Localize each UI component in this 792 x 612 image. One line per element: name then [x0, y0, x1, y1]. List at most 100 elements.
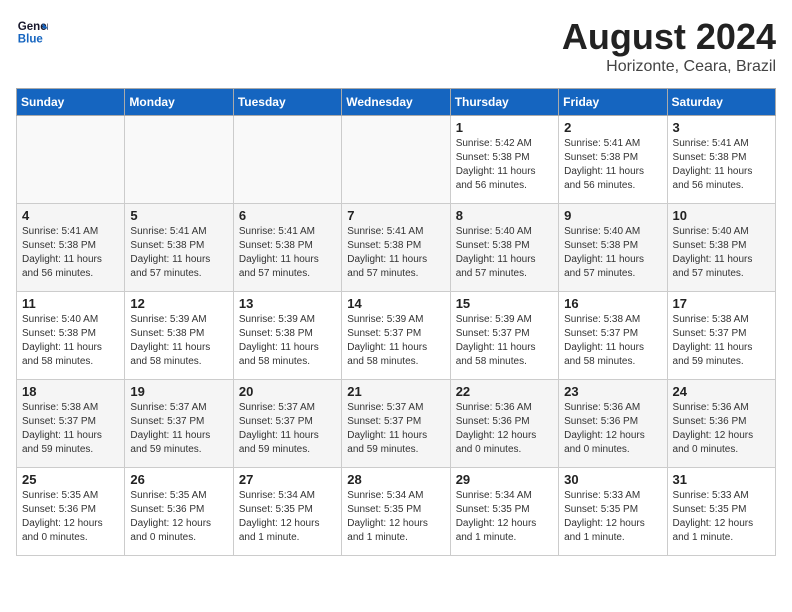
day-info: Sunrise: 5:34 AM Sunset: 5:35 PM Dayligh…: [456, 489, 553, 545]
weekday-friday: Friday: [559, 89, 667, 116]
day-number: 13: [239, 296, 336, 311]
day-number: 25: [22, 472, 119, 487]
day-number: 9: [564, 208, 661, 223]
week-row-1: 1 Sunrise: 5:42 AM Sunset: 5:38 PM Daylig…: [17, 116, 776, 204]
day-number: 6: [239, 208, 336, 223]
calendar-cell: 7 Sunrise: 5:41 AM Sunset: 5:38 PM Daylig…: [342, 204, 450, 292]
calendar-cell: 21 Sunrise: 5:37 AM Sunset: 5:37 PM Dayli…: [342, 380, 450, 468]
day-number: 11: [22, 296, 119, 311]
day-info: Sunrise: 5:35 AM Sunset: 5:36 PM Dayligh…: [22, 489, 119, 545]
day-info: Sunrise: 5:34 AM Sunset: 5:35 PM Dayligh…: [239, 489, 336, 545]
day-number: 12: [130, 296, 227, 311]
day-number: 20: [239, 384, 336, 399]
day-info: Sunrise: 5:36 AM Sunset: 5:36 PM Dayligh…: [456, 401, 553, 457]
day-info: Sunrise: 5:37 AM Sunset: 5:37 PM Dayligh…: [239, 401, 336, 457]
day-info: Sunrise: 5:38 AM Sunset: 5:37 PM Dayligh…: [673, 313, 770, 369]
day-info: Sunrise: 5:41 AM Sunset: 5:38 PM Dayligh…: [347, 225, 444, 281]
day-number: 21: [347, 384, 444, 399]
day-info: Sunrise: 5:41 AM Sunset: 5:38 PM Dayligh…: [130, 225, 227, 281]
calendar-cell: [17, 116, 125, 204]
calendar-cell: 27 Sunrise: 5:34 AM Sunset: 5:35 PM Dayli…: [233, 468, 341, 556]
logo-icon: General Blue: [16, 16, 48, 48]
day-info: Sunrise: 5:41 AM Sunset: 5:38 PM Dayligh…: [673, 137, 770, 193]
day-number: 4: [22, 208, 119, 223]
calendar-cell: 30Sunrise: 5:33 AM Sunset: 5:35 PM Dayli…: [559, 468, 667, 556]
day-number: 23: [564, 384, 661, 399]
day-info: Sunrise: 5:41 AM Sunset: 5:38 PM Dayligh…: [22, 225, 119, 281]
day-info: Sunrise: 5:37 AM Sunset: 5:37 PM Dayligh…: [347, 401, 444, 457]
calendar-cell: 2Sunrise: 5:41 AM Sunset: 5:38 PM Daylig…: [559, 116, 667, 204]
day-info: Sunrise: 5:39 AM Sunset: 5:37 PM Dayligh…: [347, 313, 444, 369]
weekday-thursday: Thursday: [450, 89, 558, 116]
week-row-3: 11 Sunrise: 5:40 AM Sunset: 5:38 PM Dayli…: [17, 292, 776, 380]
day-number: 24: [673, 384, 770, 399]
svg-text:Blue: Blue: [18, 34, 44, 46]
weekday-header-row: SundayMondayTuesdayWednesdayThursdayFrid…: [17, 89, 776, 116]
calendar-cell: 22 Sunrise: 5:36 AM Sunset: 5:36 PM Dayli…: [450, 380, 558, 468]
calendar-cell: 25 Sunrise: 5:35 AM Sunset: 5:36 PM Dayli…: [17, 468, 125, 556]
day-info: Sunrise: 5:38 AM Sunset: 5:37 PM Dayligh…: [22, 401, 119, 457]
day-number: 18: [22, 384, 119, 399]
day-info: Sunrise: 5:41 AM Sunset: 5:38 PM Dayligh…: [564, 137, 661, 193]
calendar-cell: 19Sunrise: 5:37 AM Sunset: 5:37 PM Dayli…: [125, 380, 233, 468]
calendar-cell: [233, 116, 341, 204]
page-header: General Blue August 2024 Horizonte, Cear…: [16, 16, 776, 76]
title-block: August 2024 Horizonte, Ceara, Brazil: [562, 16, 776, 76]
day-info: Sunrise: 5:41 AM Sunset: 5:38 PM Dayligh…: [239, 225, 336, 281]
day-info: Sunrise: 5:40 AM Sunset: 5:38 PM Dayligh…: [564, 225, 661, 281]
calendar-cell: 15Sunrise: 5:39 AM Sunset: 5:37 PM Dayli…: [450, 292, 558, 380]
calendar-cell: [125, 116, 233, 204]
calendar-cell: 13Sunrise: 5:39 AM Sunset: 5:38 PM Dayli…: [233, 292, 341, 380]
day-info: Sunrise: 5:42 AM Sunset: 5:38 PM Dayligh…: [456, 137, 553, 193]
calendar-cell: 4 Sunrise: 5:41 AM Sunset: 5:38 PM Daylig…: [17, 204, 125, 292]
calendar-cell: 26Sunrise: 5:35 AM Sunset: 5:36 PM Dayli…: [125, 468, 233, 556]
day-info: Sunrise: 5:40 AM Sunset: 5:38 PM Dayligh…: [22, 313, 119, 369]
week-row-2: 4 Sunrise: 5:41 AM Sunset: 5:38 PM Daylig…: [17, 204, 776, 292]
day-number: 7: [347, 208, 444, 223]
day-number: 8: [456, 208, 553, 223]
day-number: 3: [673, 120, 770, 135]
calendar-cell: 31 Sunrise: 5:33 AM Sunset: 5:35 PM Dayli…: [667, 468, 775, 556]
calendar-cell: 20 Sunrise: 5:37 AM Sunset: 5:37 PM Dayli…: [233, 380, 341, 468]
day-number: 31: [673, 472, 770, 487]
calendar-cell: 12Sunrise: 5:39 AM Sunset: 5:38 PM Dayli…: [125, 292, 233, 380]
day-info: Sunrise: 5:36 AM Sunset: 5:36 PM Dayligh…: [564, 401, 661, 457]
day-number: 15: [456, 296, 553, 311]
day-info: Sunrise: 5:34 AM Sunset: 5:35 PM Dayligh…: [347, 489, 444, 545]
weekday-wednesday: Wednesday: [342, 89, 450, 116]
day-info: Sunrise: 5:33 AM Sunset: 5:35 PM Dayligh…: [673, 489, 770, 545]
day-info: Sunrise: 5:40 AM Sunset: 5:38 PM Dayligh…: [673, 225, 770, 281]
calendar-cell: 17Sunrise: 5:38 AM Sunset: 5:37 PM Dayli…: [667, 292, 775, 380]
logo: General Blue: [16, 16, 48, 48]
week-row-4: 18 Sunrise: 5:38 AM Sunset: 5:37 PM Dayli…: [17, 380, 776, 468]
month-title: August 2024: [562, 16, 776, 58]
calendar-cell: 16 Sunrise: 5:38 AM Sunset: 5:37 PM Dayli…: [559, 292, 667, 380]
day-number: 16: [564, 296, 661, 311]
calendar-body: 1 Sunrise: 5:42 AM Sunset: 5:38 PM Daylig…: [17, 116, 776, 556]
calendar-cell: 11 Sunrise: 5:40 AM Sunset: 5:38 PM Dayli…: [17, 292, 125, 380]
day-number: 10: [673, 208, 770, 223]
calendar-cell: 6 Sunrise: 5:41 AM Sunset: 5:38 PM Daylig…: [233, 204, 341, 292]
calendar-cell: 9 Sunrise: 5:40 AM Sunset: 5:38 PM Daylig…: [559, 204, 667, 292]
calendar-cell: 8 Sunrise: 5:40 AM Sunset: 5:38 PM Daylig…: [450, 204, 558, 292]
weekday-tuesday: Tuesday: [233, 89, 341, 116]
weekday-saturday: Saturday: [667, 89, 775, 116]
day-number: 27: [239, 472, 336, 487]
calendar-cell: 18 Sunrise: 5:38 AM Sunset: 5:37 PM Dayli…: [17, 380, 125, 468]
day-number: 19: [130, 384, 227, 399]
calendar-cell: 23 Sunrise: 5:36 AM Sunset: 5:36 PM Dayli…: [559, 380, 667, 468]
day-info: Sunrise: 5:40 AM Sunset: 5:38 PM Dayligh…: [456, 225, 553, 281]
day-info: Sunrise: 5:36 AM Sunset: 5:36 PM Dayligh…: [673, 401, 770, 457]
calendar-cell: 1 Sunrise: 5:42 AM Sunset: 5:38 PM Daylig…: [450, 116, 558, 204]
weekday-sunday: Sunday: [17, 89, 125, 116]
day-number: 1: [456, 120, 553, 135]
week-row-5: 25 Sunrise: 5:35 AM Sunset: 5:36 PM Dayli…: [17, 468, 776, 556]
calendar-cell: 3 Sunrise: 5:41 AM Sunset: 5:38 PM Daylig…: [667, 116, 775, 204]
day-info: Sunrise: 5:38 AM Sunset: 5:37 PM Dayligh…: [564, 313, 661, 369]
calendar-cell: 10 Sunrise: 5:40 AM Sunset: 5:38 PM Dayli…: [667, 204, 775, 292]
day-number: 26: [130, 472, 227, 487]
day-number: 14: [347, 296, 444, 311]
calendar-cell: 14 Sunrise: 5:39 AM Sunset: 5:37 PM Dayli…: [342, 292, 450, 380]
day-number: 22: [456, 384, 553, 399]
weekday-monday: Monday: [125, 89, 233, 116]
